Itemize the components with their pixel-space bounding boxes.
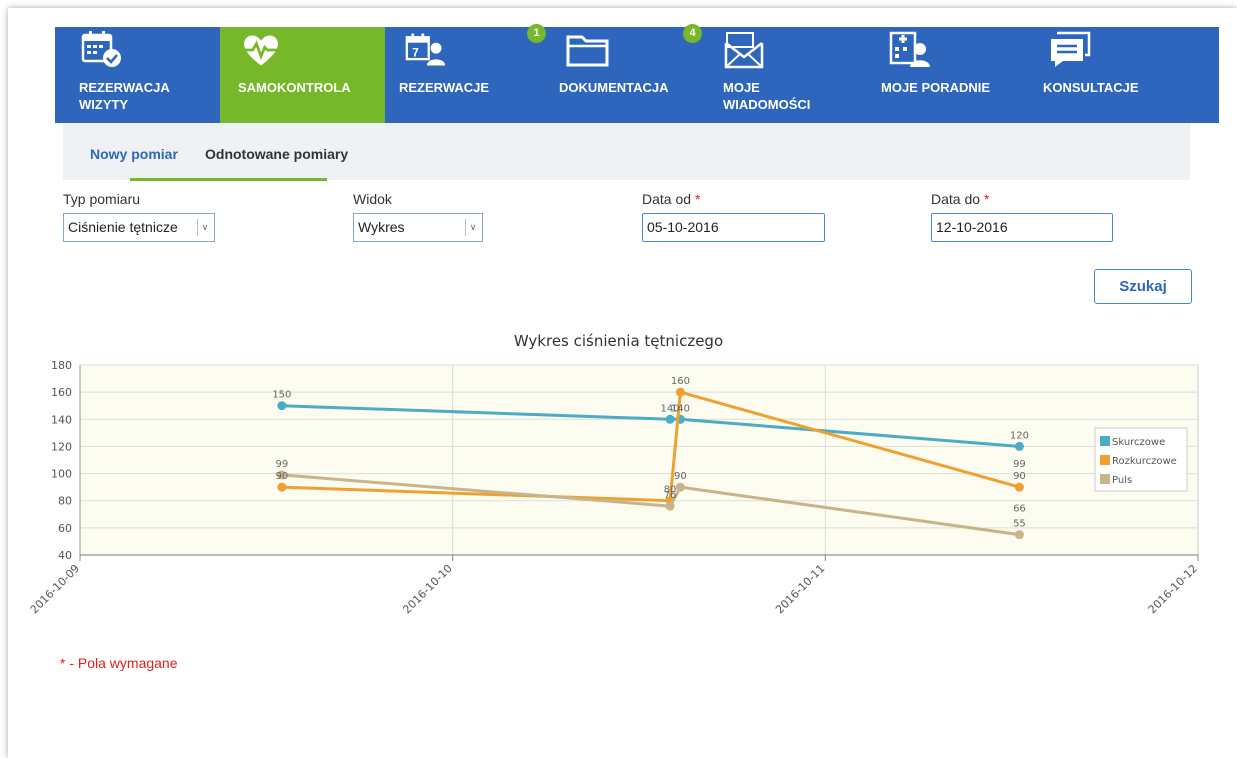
- svg-text:7: 7: [412, 45, 419, 59]
- x-tick-label: 2016-10-10: [400, 562, 454, 616]
- chat-icon: [1051, 31, 1091, 67]
- data-point: [665, 414, 675, 424]
- calendar-check-icon: [81, 31, 121, 67]
- heart-pulse-icon: [243, 35, 279, 66]
- data-od-label: Data od *: [642, 191, 701, 207]
- nav-label: REZERWACJE: [399, 80, 490, 95]
- typ-pomiaru-value: Ciśnienie tętnicze: [68, 219, 178, 235]
- data-point: [277, 401, 287, 411]
- notification-badge: 1: [527, 24, 546, 43]
- data-label: 76: [664, 490, 677, 501]
- data-label: 150: [272, 390, 291, 401]
- x-tick-label: 2016-10-09: [28, 562, 82, 616]
- tab-odnotowane-pomiary[interactable]: Odnotowane pomiary: [205, 146, 348, 162]
- plot-area: [79, 364, 1199, 556]
- y-tick-label: 80: [58, 495, 72, 508]
- typ-pomiaru-select[interactable]: Ciśnienie tętnicze ∨: [63, 213, 215, 242]
- y-tick-label: 180: [51, 359, 72, 372]
- nav-label: MOJE WIADOMOŚCI: [723, 80, 811, 112]
- data-point: [1014, 441, 1024, 451]
- data-do-label: Data do *: [931, 191, 990, 207]
- tab-nowy-pomiar[interactable]: Nowy pomiar: [90, 146, 178, 162]
- hospital-user-icon: [889, 31, 930, 67]
- nav-item-rezerwacje[interactable]: 7 REZERWACJE: [385, 27, 545, 123]
- data-point: [277, 482, 287, 492]
- data-label: 99: [275, 459, 288, 470]
- required-asterisk: *: [694, 191, 701, 207]
- calendar-user-icon: 7: [405, 33, 446, 66]
- notification-badge: 4: [683, 24, 702, 43]
- envelope-icon: [724, 32, 764, 69]
- data-point: [1014, 482, 1024, 492]
- nav-item-dokumentacja[interactable]: 1 DOKUMENTACJA: [527, 24, 705, 123]
- data-od-input[interactable]: 05-10-2016: [642, 213, 825, 242]
- required-fields-note: * - Pola wymagane: [60, 655, 178, 671]
- nav-label: DOKUMENTACJA: [559, 80, 669, 95]
- y-tick-label: 60: [58, 522, 72, 535]
- data-label: 90: [1013, 471, 1026, 482]
- chevron-down-icon: ∨: [465, 219, 480, 236]
- y-tick-label: 160: [51, 386, 72, 399]
- widok-value: Wykres: [358, 219, 405, 235]
- subtab-bar: Nowy pomiar Odnotowane pomiary: [63, 123, 1190, 180]
- data-label: 120: [1010, 430, 1029, 441]
- data-label: 90: [275, 471, 288, 482]
- widok-select[interactable]: Wykres ∨: [353, 213, 483, 242]
- data-label: 90: [674, 471, 687, 482]
- data-point: [1014, 530, 1024, 540]
- nav-label: KONSULTACJE: [1043, 80, 1139, 95]
- data-label: 55: [1013, 519, 1026, 530]
- data-point: [665, 501, 675, 511]
- legend-swatch: [1100, 436, 1110, 446]
- y-tick-label: 40: [58, 549, 72, 562]
- data-label: 99: [1013, 459, 1026, 470]
- top-navigation: REZERWACJA WIZYTY SAMOKONTROLA 7 REZERWA…: [55, 24, 1219, 123]
- chevron-down-icon: ∨: [197, 219, 212, 236]
- data-label: 66: [1013, 504, 1026, 515]
- nav-item-moje-wiadomosci[interactable]: 4 MOJE WIADOMOŚCI: [683, 24, 865, 123]
- nav-item-samokontrola[interactable]: SAMOKONTROLA: [220, 27, 385, 123]
- nav-item-moje-poradnie[interactable]: MOJE PORADNIE: [865, 27, 1025, 123]
- legend-label: Skurczowe: [1112, 437, 1165, 448]
- legend-label: Puls: [1112, 475, 1132, 486]
- nav-label: REZERWACJA WIZYTY: [79, 80, 170, 112]
- nav-label: SAMOKONTROLA: [238, 80, 351, 95]
- nav-item-rezerwacja-wizyty[interactable]: REZERWACJA WIZYTY: [55, 27, 220, 123]
- legend-swatch: [1100, 474, 1110, 484]
- folder-icon: [566, 35, 609, 67]
- data-point: [675, 387, 685, 397]
- legend-label: Rozkurczowe: [1112, 456, 1177, 467]
- x-tick-label: 2016-10-12: [1146, 562, 1200, 616]
- x-tick-label: 2016-10-11: [773, 562, 827, 616]
- y-tick-label: 140: [51, 413, 72, 426]
- nav-label: MOJE PORADNIE: [881, 80, 991, 95]
- widok-label: Widok: [353, 191, 392, 207]
- y-tick-label: 120: [51, 440, 72, 453]
- data-label: 140: [671, 403, 690, 414]
- data-do-input[interactable]: 12-10-2016: [931, 213, 1113, 242]
- legend-swatch: [1100, 455, 1110, 465]
- active-tab-indicator: [130, 178, 327, 181]
- y-tick-label: 100: [51, 468, 72, 481]
- data-point: [675, 482, 685, 492]
- blood-pressure-chart: 40 60 80 100 120 140 160 180 2016-10-09 2016-10-1…: [28, 359, 1200, 616]
- data-label: 160: [671, 376, 690, 387]
- chart-title: Wykres ciśnienia tętniczego: [513, 332, 724, 350]
- required-asterisk: *: [983, 191, 990, 207]
- search-button[interactable]: Szukaj: [1094, 269, 1192, 304]
- nav-item-konsultacje[interactable]: KONSULTACJE: [1025, 27, 1190, 123]
- typ-pomiaru-label: Typ pomiaru: [63, 191, 141, 207]
